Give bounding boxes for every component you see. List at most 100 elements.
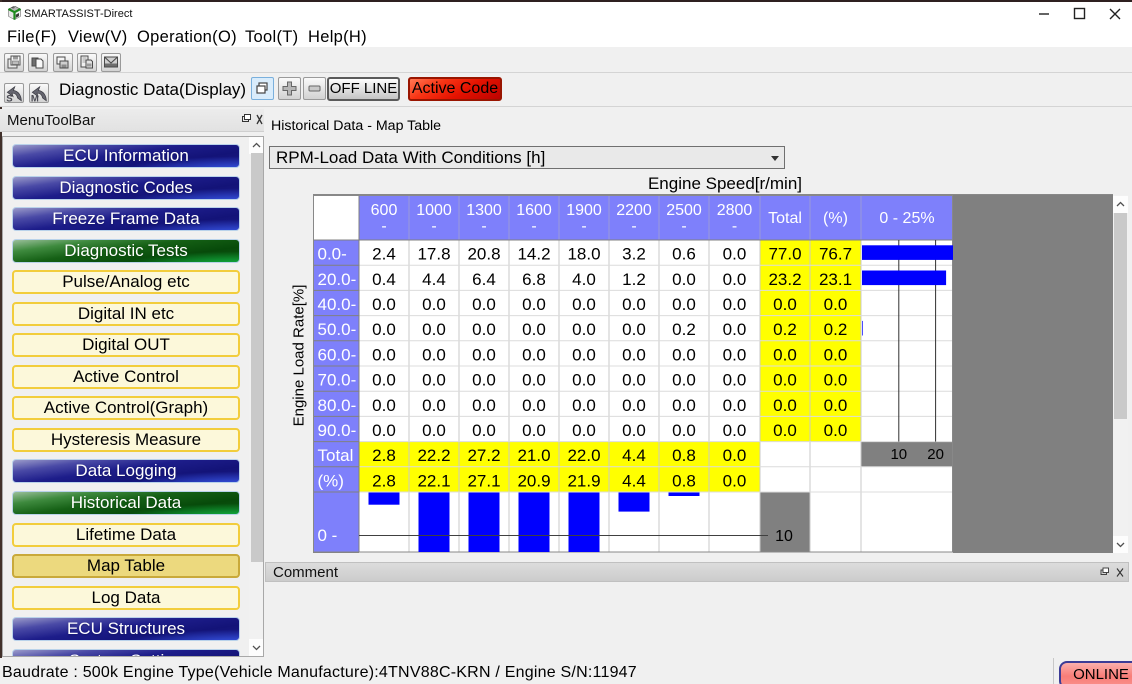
svg-text:-: - xyxy=(581,218,586,235)
svg-text:2.8: 2.8 xyxy=(372,446,396,465)
svg-text:0.0: 0.0 xyxy=(773,371,797,390)
svg-text:80.0-: 80.0- xyxy=(318,396,357,415)
svg-text:17.8: 17.8 xyxy=(417,245,450,264)
svg-text:0.8: 0.8 xyxy=(672,446,696,465)
svg-text:0.0: 0.0 xyxy=(472,371,496,390)
svg-text:0.0: 0.0 xyxy=(372,320,396,339)
svg-text:0.8: 0.8 xyxy=(672,471,696,490)
svg-text:77.0: 77.0 xyxy=(768,245,801,264)
svg-text:0.0: 0.0 xyxy=(824,396,848,415)
svg-text:Total: Total xyxy=(768,210,802,227)
svg-text:0.0: 0.0 xyxy=(422,421,446,440)
svg-text:1300: 1300 xyxy=(466,202,502,219)
svg-text:0.0: 0.0 xyxy=(522,396,546,415)
svg-text:0.0: 0.0 xyxy=(422,295,446,314)
svg-text:-: - xyxy=(681,218,686,235)
svg-text:0.0: 0.0 xyxy=(522,421,546,440)
svg-text:0.0: 0.0 xyxy=(422,320,446,339)
svg-text:M: M xyxy=(31,93,39,102)
svg-text:10: 10 xyxy=(890,446,907,463)
svg-text:0.0: 0.0 xyxy=(824,295,848,314)
svg-text:1900: 1900 xyxy=(566,202,602,219)
svg-text:0.2: 0.2 xyxy=(824,320,848,339)
svg-text:0.0: 0.0 xyxy=(472,320,496,339)
svg-text:4.4: 4.4 xyxy=(422,270,446,289)
svg-text:0.0: 0.0 xyxy=(522,345,546,364)
svg-text:0.0: 0.0 xyxy=(572,371,596,390)
svg-text:10: 10 xyxy=(775,528,793,545)
svg-text:0.4: 0.4 xyxy=(372,270,396,289)
svg-text:600: 600 xyxy=(371,202,398,219)
svg-text:23.2: 23.2 xyxy=(768,270,801,289)
svg-text:0.0: 0.0 xyxy=(723,245,747,264)
svg-text:0.2: 0.2 xyxy=(672,320,696,339)
svg-text:0.0: 0.0 xyxy=(672,345,696,364)
svg-text:0.0: 0.0 xyxy=(522,371,546,390)
svg-text:0.0: 0.0 xyxy=(723,421,747,440)
svg-text:22.2: 22.2 xyxy=(417,446,450,465)
svg-text:0.0: 0.0 xyxy=(372,345,396,364)
svg-text:-: - xyxy=(531,218,536,235)
svg-text:0.0: 0.0 xyxy=(723,471,747,490)
svg-text:70.0-: 70.0- xyxy=(318,371,357,390)
svg-text:0.0: 0.0 xyxy=(372,421,396,440)
svg-text:0.0: 0.0 xyxy=(372,295,396,314)
svg-text:0.0: 0.0 xyxy=(522,295,546,314)
svg-text:22.1: 22.1 xyxy=(417,471,450,490)
svg-text:0.0: 0.0 xyxy=(672,270,696,289)
svg-text:2800: 2800 xyxy=(717,202,753,219)
svg-text:2200: 2200 xyxy=(616,202,652,219)
svg-text:0.0: 0.0 xyxy=(372,396,396,415)
svg-text:0.0: 0.0 xyxy=(723,320,747,339)
svg-text:4.4: 4.4 xyxy=(622,471,646,490)
svg-text:0.0: 0.0 xyxy=(472,421,496,440)
svg-text:20.8: 20.8 xyxy=(467,245,500,264)
svg-text:6.8: 6.8 xyxy=(522,270,546,289)
svg-text:(%): (%) xyxy=(318,471,344,490)
svg-text:0.0: 0.0 xyxy=(723,270,747,289)
svg-text:0.0: 0.0 xyxy=(522,320,546,339)
svg-text:20.0-: 20.0- xyxy=(318,270,357,289)
svg-text:Total: Total xyxy=(318,446,354,465)
svg-text:21.0: 21.0 xyxy=(517,446,550,465)
svg-text:18.0: 18.0 xyxy=(567,245,600,264)
svg-text:0.0: 0.0 xyxy=(372,371,396,390)
svg-text:0.0: 0.0 xyxy=(572,320,596,339)
svg-text:0.0: 0.0 xyxy=(572,396,596,415)
svg-text:2.8: 2.8 xyxy=(372,471,396,490)
svg-text:0.0: 0.0 xyxy=(723,446,747,465)
svg-text:0.0: 0.0 xyxy=(672,371,696,390)
svg-text:-: - xyxy=(732,218,737,235)
svg-text:2500: 2500 xyxy=(666,202,702,219)
svg-text:3.2: 3.2 xyxy=(622,245,646,264)
svg-text:0.0: 0.0 xyxy=(773,421,797,440)
svg-text:21.9: 21.9 xyxy=(567,471,600,490)
svg-text:-: - xyxy=(631,218,636,235)
svg-text:0.0: 0.0 xyxy=(572,345,596,364)
svg-text:4.0: 4.0 xyxy=(572,270,596,289)
svg-text:27.2: 27.2 xyxy=(467,446,500,465)
svg-text:1.2: 1.2 xyxy=(622,270,646,289)
svg-text:0.0: 0.0 xyxy=(773,345,797,364)
svg-text:1600: 1600 xyxy=(516,202,552,219)
svg-text:4.4: 4.4 xyxy=(622,446,646,465)
svg-text:0.0: 0.0 xyxy=(472,345,496,364)
svg-text:0.0: 0.0 xyxy=(672,396,696,415)
svg-text:50.0-: 50.0- xyxy=(318,320,357,339)
svg-text:0 -: 0 - xyxy=(318,526,338,545)
svg-text:2.4: 2.4 xyxy=(372,245,396,264)
svg-text:76.7: 76.7 xyxy=(819,245,852,264)
svg-text:0.0: 0.0 xyxy=(672,421,696,440)
svg-text:-: - xyxy=(481,218,486,235)
svg-text:0.0: 0.0 xyxy=(773,295,797,314)
svg-text:0.0: 0.0 xyxy=(472,396,496,415)
svg-text:0.0: 0.0 xyxy=(622,345,646,364)
svg-text:0 - 25%: 0 - 25% xyxy=(879,210,934,227)
svg-text:0.0: 0.0 xyxy=(572,295,596,314)
svg-text:22.0: 22.0 xyxy=(567,446,600,465)
svg-text:0.0-: 0.0- xyxy=(318,245,347,264)
svg-text:90.0-: 90.0- xyxy=(318,421,357,440)
svg-text:1000: 1000 xyxy=(416,202,452,219)
svg-text:6.4: 6.4 xyxy=(472,270,496,289)
svg-text:0.0: 0.0 xyxy=(723,396,747,415)
